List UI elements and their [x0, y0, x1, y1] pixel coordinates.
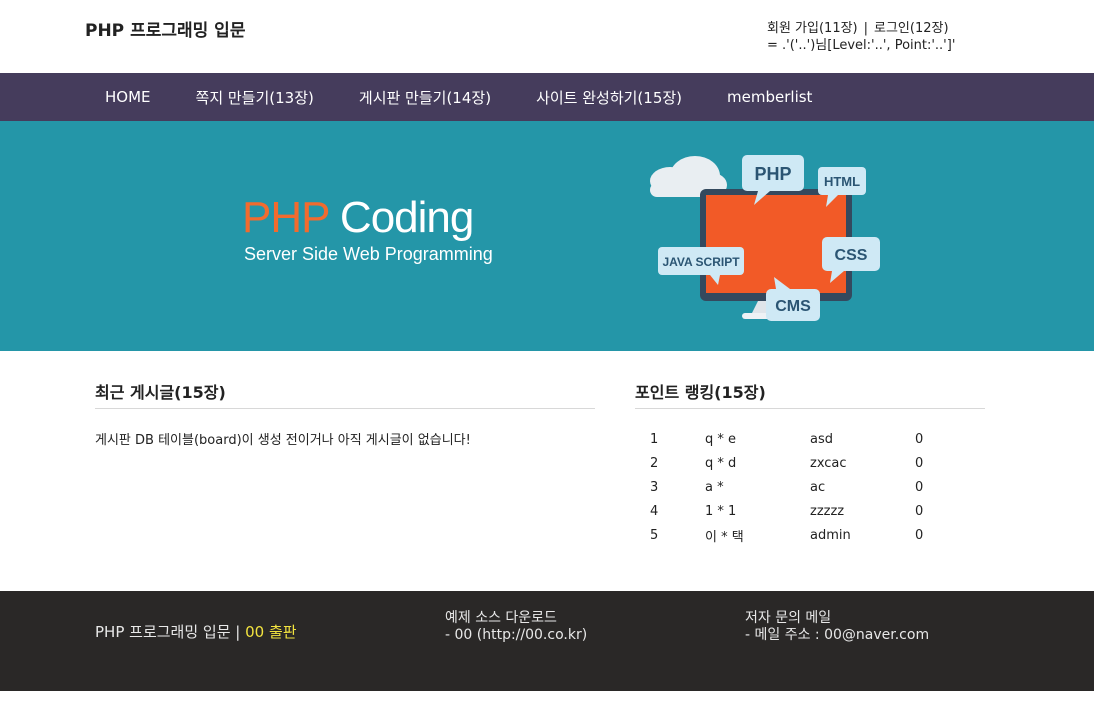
javascript-bubble-label: JAVA SCRIPT — [662, 255, 740, 269]
recent-posts-empty-message: 게시판 DB 테이블(board)이 생성 전이거나 아직 게시글이 없습니다! — [95, 433, 471, 448]
banner-title-php: PHP — [242, 193, 330, 242]
ranking-row: 4 1 * 1 zzzzz 0 — [635, 499, 985, 523]
rank-id: zzzzz — [810, 503, 845, 519]
rank-number: 1 — [650, 431, 659, 447]
main-content: 최근 게시글(15장) 게시판 DB 테이블(board)이 생성 전이거나 아… — [0, 351, 1094, 591]
rank-point: 0 — [915, 455, 924, 471]
ranking-row: 3 a * ac 0 — [635, 475, 985, 499]
recent-posts: 최근 게시글(15장) 게시판 DB 테이블(board)이 생성 전이거나 아… — [95, 379, 595, 448]
user-status-text: = .'('..')님[Level:'..', Point:'..']' — [767, 38, 956, 53]
rank-number: 2 — [650, 455, 659, 471]
download-link[interactable]: - 00 (http://00.co.kr) — [445, 627, 587, 644]
recent-posts-title: 최근 게시글(15장) — [95, 379, 595, 409]
ranking-row: 2 q * d zxcac 0 — [635, 451, 985, 475]
footer-publisher: 00 출판 — [245, 623, 297, 641]
hero-banner: PHP Coding Server Side Web Programming P… — [0, 121, 1094, 351]
contact-email[interactable]: - 메일 주소 : 00@naver.com — [745, 627, 929, 644]
account-links: 회원 가입(11장) | 로그인(12장) — [767, 20, 955, 37]
rank-name: q * d — [705, 455, 737, 471]
login-link[interactable]: 로그인(12장) — [874, 21, 949, 36]
footer-brand: PHP 프로그래밍 입문 | 00 출판 — [95, 621, 297, 642]
rank-point: 0 — [915, 503, 924, 519]
rank-id: asd — [810, 431, 833, 447]
css-bubble-label: CSS — [835, 247, 868, 264]
footer-contact: 저자 문의 메일 - 메일 주소 : 00@naver.com — [745, 610, 929, 644]
rank-number: 5 — [650, 527, 659, 543]
nav-home[interactable]: HOME — [105, 88, 151, 106]
rank-point: 0 — [915, 527, 924, 543]
point-ranking-title: 포인트 랭킹(15장) — [635, 379, 985, 409]
account-separator: | — [863, 21, 869, 36]
rank-id: zxcac — [810, 455, 847, 471]
banner-title-coding: Coding — [339, 193, 474, 242]
banner-title: PHP Coding — [242, 193, 474, 243]
footer-download: 예제 소스 다운로드 - 00 (http://00.co.kr) — [445, 610, 587, 644]
point-ranking: 포인트 랭킹(15장) 1 q * e asd 0 2 q * d zxcac … — [635, 379, 985, 547]
rank-point: 0 — [915, 479, 924, 495]
join-link[interactable]: 회원 가입(11장) — [767, 21, 858, 36]
rank-number: 4 — [650, 503, 659, 519]
account-area: 회원 가입(11장) | 로그인(12장) = .'('..')님[Level:'.… — [767, 20, 955, 54]
rank-id: admin — [810, 527, 851, 543]
main-nav: HOME 쪽지 만들기(13장) 게시판 만들기(14장) 사이트 완성하기(1… — [0, 73, 1094, 121]
rank-number: 3 — [650, 479, 659, 495]
ranking-row: 5 이 * 택 admin 0 — [635, 523, 985, 547]
contact-title: 저자 문의 메일 — [745, 610, 832, 626]
rank-point: 0 — [915, 431, 924, 447]
rank-name: q * e — [705, 431, 737, 447]
nav-board[interactable]: 게시판 만들기(14장) — [359, 87, 491, 108]
download-title: 예제 소스 다운로드 — [445, 610, 557, 626]
top-header: PHP 프로그래밍 입문 회원 가입(11장) | 로그인(12장) = .'('.… — [0, 0, 1094, 73]
ranking-list: 1 q * e asd 0 2 q * d zxcac 0 3 a * ac 0… — [635, 427, 985, 547]
site-footer: PHP 프로그래밍 입문 | 00 출판 예제 소스 다운로드 - 00 (ht… — [0, 591, 1094, 691]
monitor-illustration: PHP HTML CSS JAVA SCRIPT CMS — [650, 155, 880, 321]
cms-bubble-label: CMS — [775, 298, 811, 315]
rank-name: a * — [705, 479, 724, 495]
rank-name: 1 * 1 — [705, 503, 737, 519]
footer-separator: | — [235, 623, 241, 641]
site-title[interactable]: PHP 프로그래밍 입문 — [85, 16, 245, 41]
footer-brand-title: PHP 프로그래밍 입문 — [95, 623, 231, 641]
nav-memberlist[interactable]: memberlist — [727, 88, 812, 106]
php-bubble-label: PHP — [754, 164, 791, 184]
banner-subtitle: Server Side Web Programming — [244, 244, 493, 264]
ranking-row: 1 q * e asd 0 — [635, 427, 985, 451]
html-bubble-label: HTML — [824, 174, 860, 189]
nav-message[interactable]: 쪽지 만들기(13장) — [196, 87, 314, 108]
rank-name: 이 * 택 — [705, 529, 744, 545]
rank-id: ac — [810, 479, 826, 495]
nav-site-complete[interactable]: 사이트 완성하기(15장) — [536, 87, 682, 108]
